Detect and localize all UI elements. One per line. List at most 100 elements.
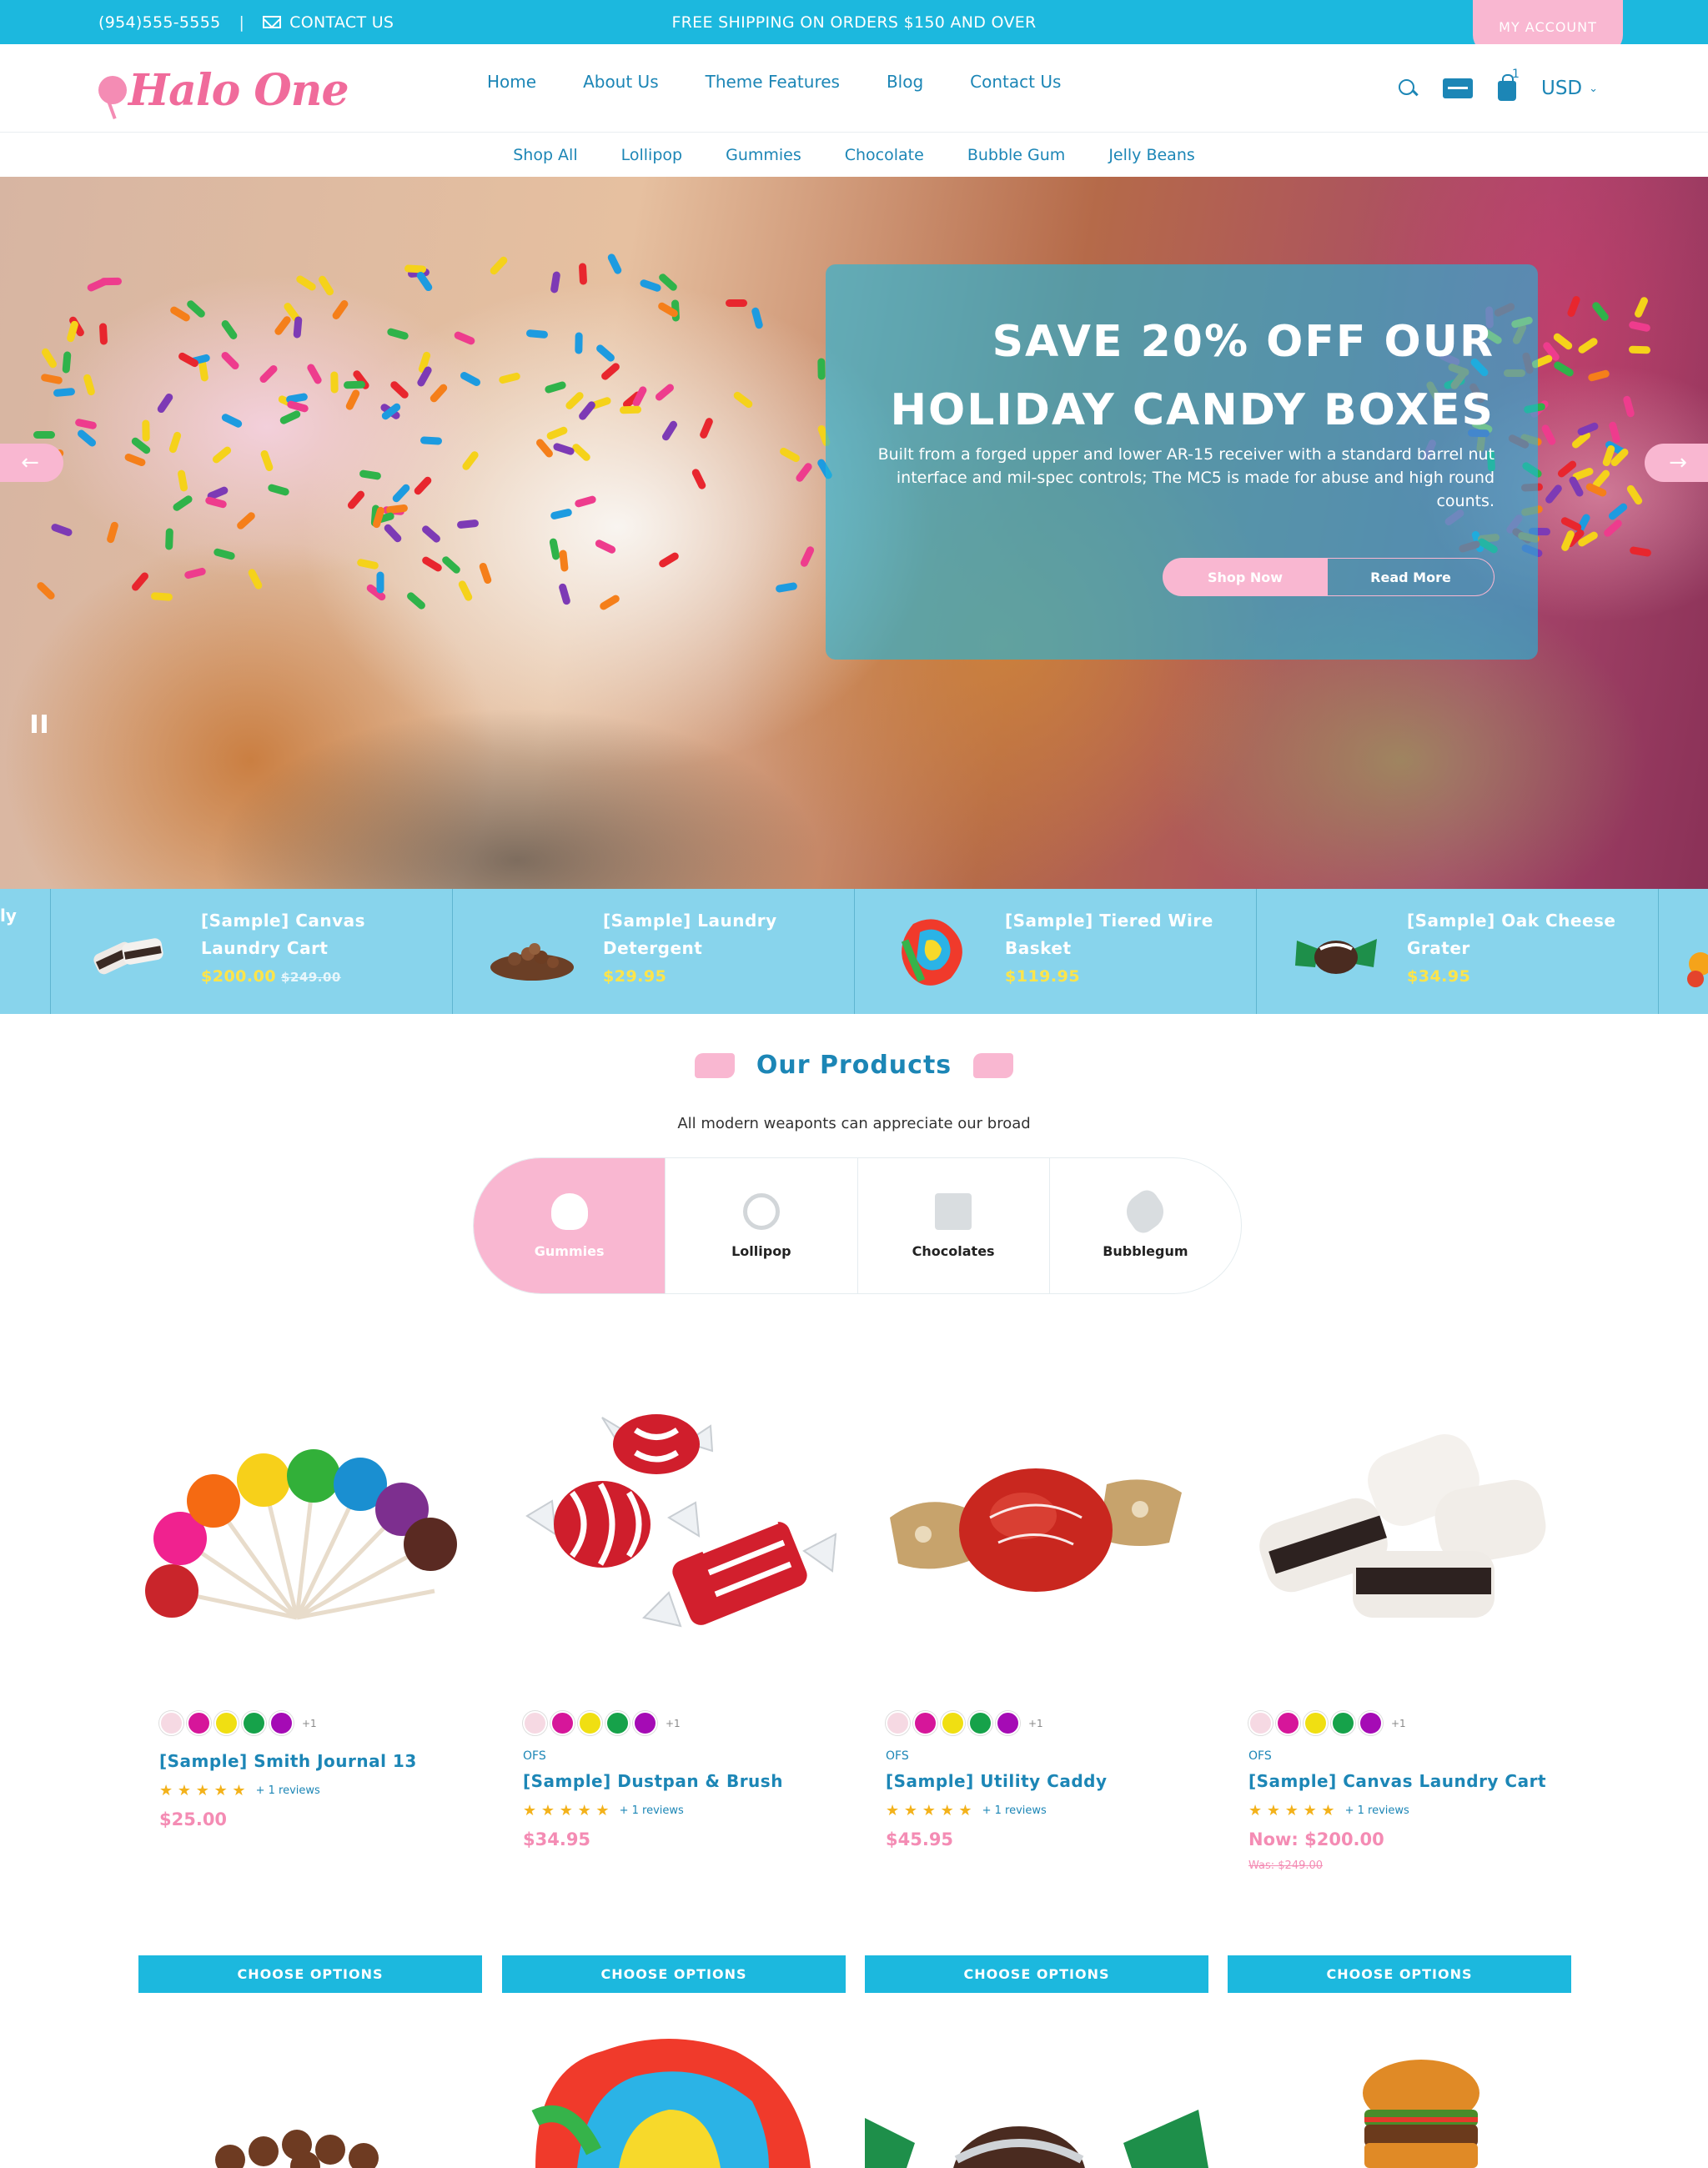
product-card[interactable]: +1 [Sample] Smith Journal 13 ★ ★ ★ ★ ★ +… bbox=[138, 1368, 482, 2001]
product-rating: ★ ★ ★ ★ ★ + 1 reviews bbox=[523, 1802, 684, 1819]
swatch-pink[interactable] bbox=[1248, 1711, 1273, 1735]
shop-now-button[interactable]: Shop Now bbox=[1163, 558, 1328, 596]
strip-item[interactable]: [Sample] Laundry Detergent $29.95 bbox=[452, 889, 854, 1014]
arrow-left-icon[interactable]: ← bbox=[0, 444, 63, 482]
product-name[interactable]: [Sample] Smith Journal 13 bbox=[159, 1751, 417, 1771]
swatch-more[interactable]: +1 bbox=[302, 1718, 317, 1729]
swatch-green[interactable] bbox=[605, 1711, 630, 1735]
swatch-purple[interactable] bbox=[633, 1711, 657, 1735]
review-count[interactable]: + 1 reviews bbox=[256, 1784, 320, 1797]
tab-gummies[interactable]: Gummies bbox=[474, 1158, 666, 1293]
search-icon[interactable] bbox=[1398, 78, 1418, 98]
swatch-yellow[interactable] bbox=[214, 1711, 239, 1735]
product-image[interactable] bbox=[138, 1393, 482, 1668]
swatch-purple[interactable] bbox=[269, 1711, 294, 1735]
category-chocolate[interactable]: Chocolate bbox=[845, 146, 924, 164]
product-name[interactable]: [Sample] Utility Caddy bbox=[886, 1771, 1108, 1791]
product-image[interactable] bbox=[502, 1393, 846, 1668]
pause-icon[interactable] bbox=[32, 715, 47, 733]
gummy-bear-icon bbox=[550, 1192, 588, 1230]
nav-theme-features[interactable]: Theme Features bbox=[706, 72, 840, 92]
product-rating: ★ ★ ★ ★ ★ + 1 reviews bbox=[886, 1802, 1047, 1819]
strip-item-name: [Sample] Canvas Laundry Cart $200.00 $249… bbox=[201, 907, 418, 991]
nav-blog[interactable]: Blog bbox=[887, 72, 923, 92]
swatch-pink[interactable] bbox=[159, 1711, 183, 1735]
swatch-yellow[interactable] bbox=[578, 1711, 602, 1735]
product-card[interactable]: +1 OFS [Sample] Utility Caddy ★ ★ ★ ★ ★ … bbox=[865, 1368, 1208, 2001]
nav-contact-us[interactable]: Contact Us bbox=[970, 72, 1061, 92]
product-image[interactable] bbox=[138, 2018, 482, 2168]
tab-lollipop[interactable]: Lollipop bbox=[665, 1158, 857, 1293]
sprinkle-decoration bbox=[817, 358, 826, 381]
category-gummies[interactable]: Gummies bbox=[726, 146, 801, 164]
currency-selector[interactable]: USD ⌄ bbox=[1541, 78, 1598, 99]
choose-options-button[interactable]: CHOOSE OPTIONS bbox=[865, 1955, 1208, 1993]
read-more-button[interactable]: Read More bbox=[1328, 558, 1494, 596]
sprinkle-decoration bbox=[1552, 360, 1575, 379]
sprinkle-decoration bbox=[498, 372, 521, 385]
hero-title-line-1: SAVE 20% OFF OUR bbox=[992, 317, 1494, 367]
strip-item[interactable]: [Sample] Oak Cheese Grater $34.95 bbox=[1256, 889, 1658, 1014]
swatch-magenta[interactable] bbox=[187, 1711, 211, 1735]
strip-item-partial[interactable] bbox=[1658, 889, 1708, 1014]
product-name[interactable]: [Sample] Canvas Laundry Cart bbox=[1248, 1771, 1546, 1791]
swatch-yellow[interactable] bbox=[941, 1711, 965, 1735]
product-image[interactable] bbox=[1228, 2018, 1571, 2168]
bubblegum-icon bbox=[1119, 1185, 1172, 1237]
sprinkle-decoration bbox=[404, 590, 427, 611]
product-rating: ★ ★ ★ ★ ★ + 1 reviews bbox=[1248, 1802, 1409, 1819]
swatch-magenta[interactable] bbox=[913, 1711, 937, 1735]
choose-options-button[interactable]: CHOOSE OPTIONS bbox=[138, 1955, 482, 1993]
sprinkle-decoration bbox=[606, 252, 623, 276]
product-image[interactable] bbox=[1228, 1393, 1571, 1668]
nav-home[interactable]: Home bbox=[487, 72, 536, 92]
product-card[interactable]: +1 OFS [Sample] Dustpan & Brush ★ ★ ★ ★ … bbox=[502, 1368, 846, 2001]
swatch-magenta[interactable] bbox=[550, 1711, 575, 1735]
logo[interactable]: Halo One bbox=[98, 61, 349, 119]
product-image[interactable] bbox=[865, 1393, 1208, 1668]
top-bar: (954)555-5555 | CONTACT US FREE SHIPPING… bbox=[0, 0, 1708, 53]
swatch-purple[interactable] bbox=[996, 1711, 1020, 1735]
swatch-green[interactable] bbox=[1331, 1711, 1355, 1735]
compare-icon[interactable] bbox=[1443, 78, 1473, 98]
strip-item[interactable]: [Sample] Canvas Laundry Cart $200.00 $249… bbox=[50, 889, 452, 1014]
category-bubble-gum[interactable]: Bubble Gum bbox=[967, 146, 1065, 164]
category-lollipop[interactable]: Lollipop bbox=[621, 146, 682, 164]
product-card[interactable]: +1 OFS [Sample] Canvas Laundry Cart ★ ★ … bbox=[1228, 1368, 1571, 2001]
category-shop-all[interactable]: Shop All bbox=[513, 146, 577, 164]
choose-options-button[interactable]: CHOOSE OPTIONS bbox=[502, 1955, 846, 1993]
sprinkle-decoration bbox=[440, 555, 462, 575]
category-jelly-beans[interactable]: Jelly Beans bbox=[1108, 146, 1194, 164]
swatch-more[interactable]: +1 bbox=[1391, 1718, 1406, 1729]
cart-icon[interactable] bbox=[1498, 74, 1516, 101]
arrow-right-icon[interactable]: → bbox=[1645, 444, 1708, 482]
swatch-yellow[interactable] bbox=[1304, 1711, 1328, 1735]
currency-value: USD bbox=[1541, 78, 1583, 99]
tab-bubblegum[interactable]: Bubblegum bbox=[1048, 1158, 1241, 1293]
swatch-magenta[interactable] bbox=[1276, 1711, 1300, 1735]
sprinkle-decoration bbox=[293, 315, 303, 339]
strip-item-price: $119.95 bbox=[1005, 967, 1081, 986]
swatch-green[interactable] bbox=[968, 1711, 992, 1735]
product-image[interactable] bbox=[865, 2018, 1208, 2168]
sprinkle-decoration bbox=[420, 555, 444, 573]
strip-item[interactable]: [Sample] Tiered Wire Basket $119.95 bbox=[854, 889, 1256, 1014]
product-image[interactable] bbox=[502, 2018, 846, 2168]
choose-options-button[interactable]: CHOOSE OPTIONS bbox=[1228, 1955, 1571, 1993]
review-count[interactable]: + 1 reviews bbox=[982, 1804, 1047, 1817]
nav-about-us[interactable]: About Us bbox=[583, 72, 659, 92]
tab-chocolates[interactable]: Chocolates bbox=[857, 1158, 1049, 1293]
sprinkle-decoration bbox=[543, 380, 567, 395]
swatch-green[interactable] bbox=[242, 1711, 266, 1735]
sprinkle-decoration bbox=[356, 558, 379, 570]
sprinkle-decoration bbox=[1625, 483, 1644, 506]
sprinkle-decoration bbox=[247, 568, 264, 591]
review-count[interactable]: + 1 reviews bbox=[1345, 1804, 1409, 1817]
swatch-pink[interactable] bbox=[523, 1711, 547, 1735]
swatch-pink[interactable] bbox=[886, 1711, 910, 1735]
swatch-more[interactable]: +1 bbox=[1028, 1718, 1043, 1729]
review-count[interactable]: + 1 reviews bbox=[620, 1804, 684, 1817]
swatch-purple[interactable] bbox=[1359, 1711, 1383, 1735]
swatch-more[interactable]: +1 bbox=[666, 1718, 681, 1729]
product-name[interactable]: [Sample] Dustpan & Brush bbox=[523, 1771, 783, 1791]
